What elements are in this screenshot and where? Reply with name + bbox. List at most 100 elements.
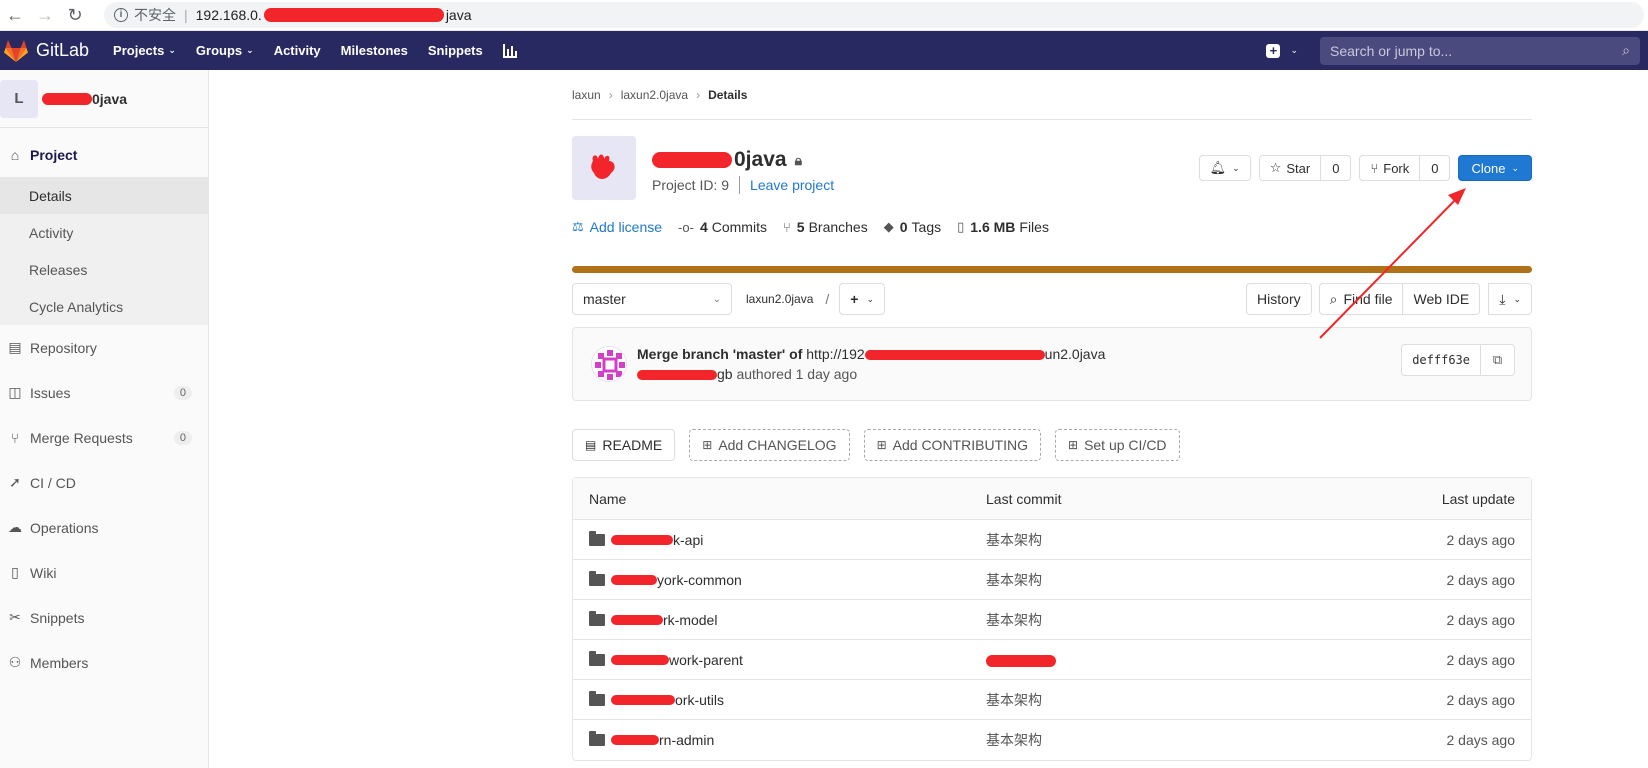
url-suffix: java — [445, 7, 472, 23]
leave-project-link[interactable]: Leave project — [750, 177, 834, 193]
breadcrumb-item[interactable]: laxun2.0java — [621, 88, 688, 102]
commits-stat[interactable]: -o- 4 Commits — [678, 219, 767, 235]
last-commit-box: Merge branch 'master' of http://192 un2.0… — [572, 327, 1532, 401]
fork-icon: ⑂ — [1370, 160, 1379, 176]
sidebar-item-issues[interactable]: ◫ Issues 0 — [0, 370, 208, 415]
sidebar-subitem-cycle-analytics[interactable]: Cycle Analytics — [0, 288, 208, 325]
last-commit-cell[interactable]: 基本架构 — [986, 530, 1386, 550]
redaction-mark — [637, 370, 717, 381]
nav-groups[interactable]: Groups ⌄ — [196, 43, 254, 58]
table-row[interactable]: work-parent 2 days ago — [573, 640, 1531, 680]
web-ide-button[interactable]: Web IDE — [1402, 283, 1481, 315]
commit-author[interactable]: gb — [717, 366, 733, 382]
nav-activity[interactable]: Activity — [274, 43, 321, 58]
gitlab-logo[interactable]: GitLab — [4, 39, 89, 62]
sidebar-project-header[interactable]: L 0java — [0, 70, 208, 128]
fork-button[interactable]: ⑂ Fork — [1359, 155, 1421, 181]
reload-icon[interactable]: ↻ — [60, 5, 90, 26]
setup-ci-cd-button[interactable]: ⊞ Set up CI/CD — [1055, 429, 1180, 461]
file-name-cell[interactable]: ork-utils — [573, 690, 986, 708]
analytics-chart-icon[interactable] — [502, 43, 517, 58]
table-row[interactable]: rk-model 基本架构 2 days ago — [573, 600, 1531, 640]
files-stat[interactable]: ▯ 1.6 MB Files — [957, 219, 1049, 235]
sidebar-item-merge-requests[interactable]: ⑂ Merge Requests 0 — [0, 415, 208, 460]
notification-dropdown[interactable]: 🔔︎ ⌄ — [1198, 155, 1251, 181]
plus-icon: + — [850, 291, 859, 307]
sidebar-item-wiki[interactable]: ▯ Wiki — [0, 550, 208, 595]
table-row[interactable]: ork-utils 基本架构 2 days ago — [573, 680, 1531, 720]
sidebar-item-repository[interactable]: ▤ Repository — [0, 325, 208, 370]
repository-language-bar[interactable] — [572, 266, 1532, 273]
cicd-label: Set up CI/CD — [1084, 437, 1167, 453]
file-name-cell[interactable]: k-api — [573, 530, 986, 548]
sidebar-item-project[interactable]: ⌂ Project — [0, 132, 208, 177]
branches-stat[interactable]: ⑂ 5 Branches — [783, 219, 868, 235]
table-row[interactable]: k-api 基本架构 2 days ago — [573, 520, 1531, 560]
add-contributing-button[interactable]: ⊞ Add CONTRIBUTING — [863, 429, 1041, 461]
last-commit-cell[interactable]: 基本架构 — [986, 730, 1386, 750]
tree-actions: History ⌕ Find file Web IDE ⤓ ⌄ — [1246, 283, 1532, 315]
last-commit-cell[interactable]: 基本架构 — [986, 690, 1386, 710]
sidebar-item-snippets[interactable]: ✂ Snippets — [0, 595, 208, 640]
fork-count[interactable]: 0 — [1420, 155, 1451, 181]
column-header-last-update: Last update — [1441, 490, 1515, 507]
sidebar-item-ci-cd[interactable]: ➚ CI / CD — [0, 460, 208, 505]
file-name-cell[interactable]: york-common — [573, 570, 986, 588]
address-bar[interactable]: i 不安全 | 192.168.0. java — [104, 2, 1644, 28]
clone-button[interactable]: Clone ⌄ — [1458, 155, 1532, 181]
tag-icon: ◆ — [883, 219, 894, 234]
folder-icon — [589, 650, 605, 666]
find-file-button[interactable]: ⌕ Find file — [1318, 283, 1404, 315]
folder-name: ork-utils — [675, 691, 725, 708]
last-commit-cell[interactable]: 基本架构 — [986, 610, 1386, 630]
last-commit-cell[interactable] — [986, 652, 1386, 668]
commit-title[interactable]: Merge branch 'master' of http://192 un2.0… — [637, 346, 1105, 362]
nav-snippets[interactable]: Snippets — [428, 43, 483, 58]
sidebar-item-label: Repository — [30, 339, 97, 356]
redaction-mark — [986, 654, 1056, 667]
file-name-cell[interactable]: rk-model — [573, 610, 986, 628]
file-name-cell[interactable]: work-parent — [573, 650, 986, 668]
table-row[interactable]: rn-admin 基本架构 2 days ago — [573, 720, 1531, 760]
sidebar-subitem-details[interactable]: Details — [0, 177, 208, 214]
commit-author-avatar[interactable] — [591, 346, 627, 382]
sidebar-subitem-activity[interactable]: Activity — [0, 214, 208, 251]
chevron-down-icon: ⌄ — [866, 293, 875, 304]
readme-button[interactable]: ▤ README — [572, 429, 676, 461]
copy-icon[interactable]: ⧉ — [1481, 344, 1515, 376]
add-file-dropdown[interactable]: + ⌄ — [839, 283, 886, 315]
nav-milestones[interactable]: Milestones — [341, 43, 408, 58]
sidebar-subitem-releases[interactable]: Releases — [0, 251, 208, 288]
nav-projects[interactable]: Projects ⌄ — [113, 43, 176, 58]
fork-group: ⑂ Fork 0 — [1359, 155, 1451, 181]
license-label: Add license — [589, 219, 663, 235]
new-dropdown-button[interactable]: + ⌄ — [1266, 43, 1298, 58]
star-button[interactable]: ☆ Star — [1258, 155, 1322, 181]
star-label: Star — [1286, 160, 1311, 176]
table-header: Name Last commit Last update — [573, 478, 1531, 520]
search-input[interactable]: Search or jump to... ⌕ — [1320, 36, 1640, 65]
back-arrow-icon[interactable]: ← — [0, 5, 30, 26]
sidebar-item-members[interactable]: ⚇ Members — [0, 640, 208, 685]
breadcrumb-item[interactable]: laxun — [572, 88, 601, 102]
info-icon[interactable]: i — [114, 8, 128, 22]
download-dropdown[interactable]: ⤓ ⌄ — [1488, 283, 1532, 315]
redaction-mark — [263, 8, 444, 22]
forward-arrow-icon[interactable]: → — [30, 5, 60, 26]
table-row[interactable]: york-common 基本架构 2 days ago — [573, 560, 1531, 600]
add-changelog-button[interactable]: ⊞ Add CHANGELOG — [689, 429, 850, 461]
redaction-mark — [611, 694, 675, 705]
sidebar-item-operations[interactable]: ☁ Operations — [0, 505, 208, 550]
history-button[interactable]: History — [1246, 283, 1312, 315]
add-license-link[interactable]: ⚖ Add license — [572, 219, 662, 235]
branch-select[interactable]: master ⌄ — [572, 283, 732, 315]
repo-path[interactable]: laxun2.0java — [746, 292, 813, 306]
file-name-cell[interactable]: rn-admin — [573, 731, 986, 748]
last-commit-cell[interactable]: 基本架构 — [986, 570, 1386, 590]
path-separator: / — [825, 291, 830, 307]
sidebar-item-label: Issues — [30, 384, 71, 401]
commit-sha[interactable]: defff63e — [1401, 344, 1481, 376]
tags-stat[interactable]: ◆ 0 Tags — [884, 219, 941, 235]
commit-time: authored 1 day ago — [736, 366, 858, 382]
star-count[interactable]: 0 — [1321, 155, 1352, 181]
